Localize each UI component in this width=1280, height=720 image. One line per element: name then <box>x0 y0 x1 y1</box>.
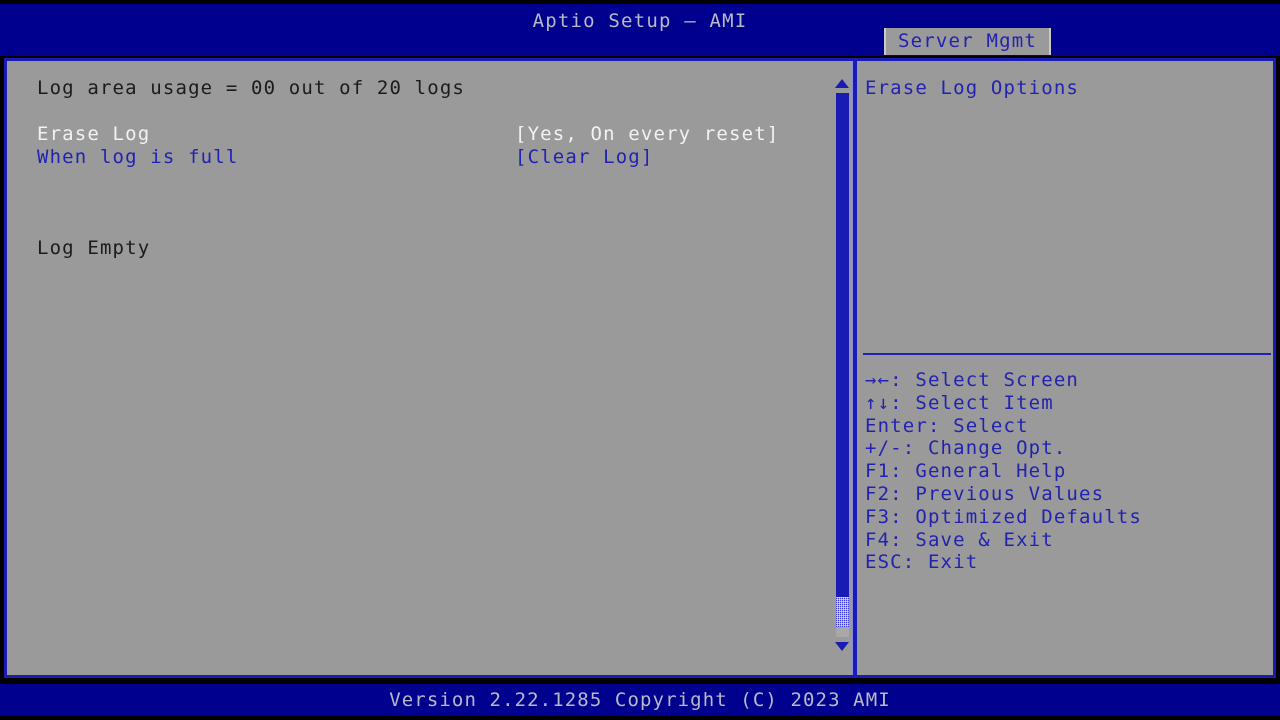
bios-setup-screen: Aptio Setup – AMI Server Mgmt Log area u… <box>0 0 1280 720</box>
scrollbar-track[interactable] <box>836 93 849 637</box>
log-area-usage-line: Log area usage = 00 out of 20 logs <box>37 77 464 100</box>
tab-server-mgmt[interactable]: Server Mgmt <box>884 28 1052 55</box>
version-text: Version 2.22.1285 Copyright (C) 2023 AMI <box>389 689 891 711</box>
help-title: Erase Log Options <box>865 77 1080 99</box>
erase-log-label: Erase Log <box>37 123 151 145</box>
erase-log-value[interactable]: [Yes, On every reset] <box>515 123 779 146</box>
title-bar: Aptio Setup – AMI <box>0 4 1280 56</box>
footer-bar: Version 2.22.1285 Copyright (C) 2023 AMI <box>0 684 1280 716</box>
page-title: Aptio Setup – AMI <box>532 10 748 32</box>
log-area-usage-text: Log area usage = 00 out of 20 logs <box>37 77 466 99</box>
help-key-f4-save-exit: F4: Save & Exit <box>865 528 1054 551</box>
help-key-f2-previous-values: F2: Previous Values <box>865 482 1105 505</box>
log-empty-text: Log Empty <box>37 237 151 259</box>
content-frame: Log area usage = 00 out of 20 logs Erase… <box>4 58 1276 678</box>
scroll-up-arrow-icon[interactable] <box>835 79 849 88</box>
scrollbar-dither <box>836 597 849 627</box>
setting-row-when-log-is-full[interactable]: When log is full [Clear Log] <box>37 146 652 169</box>
help-pane: Erase Log Options →←: Select Screen ↑↓: … <box>857 61 1273 675</box>
help-key-list: →←: Select Screen ↑↓: Select Item Enter:… <box>865 369 1280 574</box>
help-key-enter-select: Enter: Select <box>865 414 1029 437</box>
setting-row-erase-log[interactable]: Erase Log [Yes, On every reset] <box>37 123 778 146</box>
help-divider <box>863 353 1271 355</box>
help-key-f1-general-help: F1: General Help <box>865 460 1067 483</box>
tab-strip: Server Mgmt <box>884 28 1052 55</box>
settings-pane: Log area usage = 00 out of 20 logs Erase… <box>7 61 851 675</box>
scrollbar-thumb[interactable] <box>836 93 849 597</box>
help-key-select-item: ↑↓: Select Item <box>865 391 1054 414</box>
help-key-select-screen: →←: Select Screen <box>865 369 1080 391</box>
log-status-line: Log Empty <box>37 237 149 260</box>
when-log-is-full-label: When log is full <box>37 146 239 168</box>
help-key-f3-optimized-defaults: F3: Optimized Defaults <box>865 505 1142 528</box>
scroll-down-arrow-icon[interactable] <box>835 642 849 651</box>
when-log-is-full-value[interactable]: [Clear Log] <box>515 146 653 169</box>
help-key-esc-exit: ESC: Exit <box>865 551 979 574</box>
help-key-change-opt: +/-: Change Opt. <box>865 437 1067 460</box>
settings-scrollbar[interactable] <box>831 75 853 655</box>
